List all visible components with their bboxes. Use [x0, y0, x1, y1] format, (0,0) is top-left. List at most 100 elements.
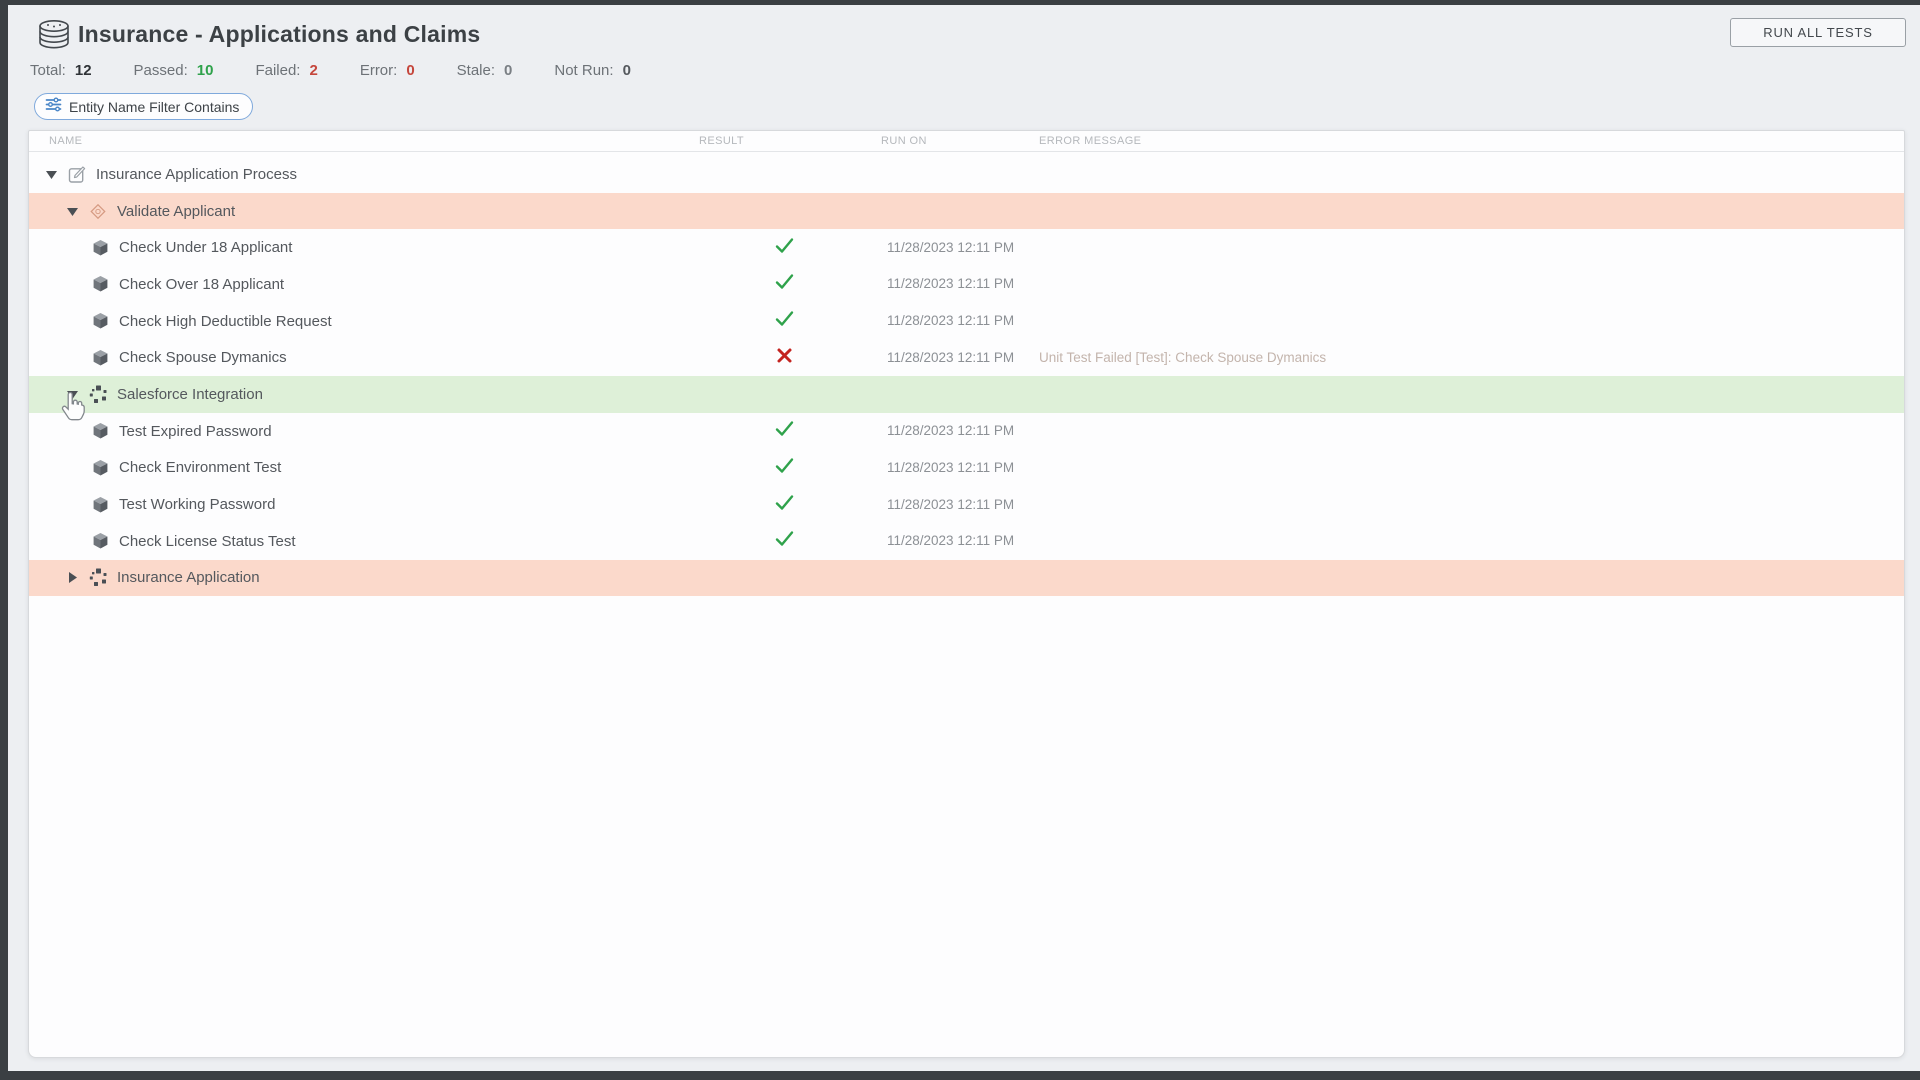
table-body: Insurance Application Process Validate A… — [29, 152, 1904, 596]
row-run-on-cell: 11/28/2023 12:11 PM — [881, 349, 1031, 367]
row-result-cell — [691, 310, 881, 332]
row-label: Insurance Application Process — [96, 166, 297, 183]
run-on-timestamp — [881, 166, 887, 181]
expand-toggle-icon[interactable] — [64, 390, 80, 399]
stat-stale: Stale: 0 — [457, 62, 513, 79]
stat-passed: Passed: 10 — [134, 62, 214, 79]
error-message-text — [1031, 166, 1039, 181]
row-run-on-cell — [881, 569, 1031, 587]
expand-toggle-icon[interactable] — [43, 170, 59, 179]
run-all-tests-button[interactable]: RUN ALL TESTS — [1730, 18, 1906, 47]
run-on-timestamp: 11/28/2023 12:11 PM — [881, 240, 1014, 255]
row-label: Validate Applicant — [117, 203, 235, 220]
row-name-cell: Check High Deductible Request — [29, 303, 691, 340]
row-error-cell — [1031, 275, 1904, 293]
table-row[interactable]: Check High Deductible Request 11/28/2023… — [29, 303, 1904, 340]
row-error-cell — [1031, 459, 1904, 477]
row-error-cell — [1031, 239, 1904, 257]
run-on-timestamp: 11/28/2023 12:11 PM — [881, 497, 1014, 512]
frame-edge-left — [0, 0, 8, 1080]
stat-error: Error: 0 — [360, 62, 415, 79]
pass-check-icon — [775, 310, 794, 332]
integration-icon — [88, 385, 108, 404]
error-message-text — [1031, 240, 1039, 255]
row-name-cell: Check Under 18 Applicant — [29, 229, 691, 266]
table-row[interactable]: Check License Status Test 11/28/2023 12:… — [29, 523, 1904, 560]
table-row[interactable]: Test Expired Password 11/28/2023 12:11 P… — [29, 413, 1904, 450]
row-label: Check Over 18 Applicant — [119, 276, 284, 293]
page-title: Insurance - Applications and Claims — [78, 20, 480, 48]
run-on-timestamp — [881, 386, 887, 401]
expand-toggle-icon[interactable] — [64, 207, 80, 216]
row-label: Check Spouse Dymanics — [119, 349, 287, 366]
table-row[interactable]: Validate Applicant — [29, 193, 1904, 230]
run-on-timestamp — [881, 570, 887, 585]
row-run-on-cell: 11/28/2023 12:11 PM — [881, 496, 1031, 514]
error-message-text — [1031, 533, 1039, 548]
unit-test-icon — [90, 275, 110, 293]
row-result-cell — [691, 273, 881, 295]
unit-test-icon — [90, 422, 110, 440]
run-on-timestamp: 11/28/2023 12:11 PM — [881, 313, 1014, 328]
row-run-on-cell: 11/28/2023 12:11 PM — [881, 239, 1031, 257]
table-row[interactable]: Check Under 18 Applicant 11/28/2023 12:1… — [29, 229, 1904, 266]
error-message-text — [1031, 203, 1039, 218]
unit-test-icon — [90, 496, 110, 514]
error-message-text — [1031, 497, 1039, 512]
row-label: Check Under 18 Applicant — [119, 239, 292, 256]
row-result-cell — [691, 420, 881, 442]
row-name-cell: Salesforce Integration — [29, 376, 691, 413]
row-error-cell — [1031, 532, 1904, 550]
table-row[interactable]: Check Over 18 Applicant 11/28/2023 12:11… — [29, 266, 1904, 303]
table-row[interactable]: Test Working Password 11/28/2023 12:11 P… — [29, 486, 1904, 523]
filter-chip-label: Entity Name Filter Contains — [69, 99, 239, 115]
row-result-cell — [691, 237, 881, 259]
unit-test-icon — [90, 312, 110, 330]
pass-check-icon — [775, 273, 794, 295]
test-stats-bar: Total: 12 Passed: 10 Failed: 2 Error: 0 … — [30, 62, 631, 79]
stat-failed: Failed: 2 — [255, 62, 317, 79]
row-name-cell: Check Environment Test — [29, 450, 691, 487]
test-runner-page: Insurance - Applications and Claims RUN … — [0, 0, 1920, 1080]
row-run-on-cell: 11/28/2023 12:11 PM — [881, 422, 1031, 440]
row-label: Test Expired Password — [119, 423, 272, 440]
row-result-cell — [691, 347, 881, 369]
fail-x-icon — [776, 347, 793, 369]
table-row[interactable]: Salesforce Integration — [29, 376, 1904, 413]
table-row[interactable]: Check Environment Test 11/28/2023 12:11 … — [29, 450, 1904, 487]
unit-test-icon — [90, 459, 110, 477]
error-message-text — [1031, 276, 1039, 291]
row-error-cell — [1031, 422, 1904, 440]
table-row[interactable]: Insurance Application Process — [29, 156, 1904, 193]
table-header: NAME RESULT RUN ON ERROR MESSAGE — [29, 131, 1904, 152]
column-header-run-on: RUN ON — [881, 135, 1031, 147]
table-row[interactable]: Check Spouse Dymanics 11/28/2023 12:11 P… — [29, 339, 1904, 376]
row-run-on-cell — [881, 385, 1031, 403]
row-name-cell: Insurance Application — [29, 560, 691, 597]
error-message-text: Unit Test Failed [Test]: Check Spouse Dy… — [1031, 350, 1326, 365]
row-result-cell — [691, 457, 881, 479]
expand-toggle-icon[interactable] — [64, 572, 80, 583]
error-message-text — [1031, 570, 1039, 585]
row-error-cell — [1031, 202, 1904, 220]
run-on-timestamp: 11/28/2023 12:11 PM — [881, 533, 1014, 548]
row-run-on-cell — [881, 202, 1031, 220]
row-label: Check Environment Test — [119, 459, 281, 476]
run-on-timestamp: 11/28/2023 12:11 PM — [881, 276, 1014, 291]
error-message-text — [1031, 460, 1039, 475]
table-row[interactable]: Insurance Application — [29, 560, 1904, 597]
pass-check-icon — [775, 420, 794, 442]
process-edit-icon — [67, 165, 87, 184]
row-run-on-cell: 11/28/2023 12:11 PM — [881, 532, 1031, 550]
row-error-cell: Unit Test Failed [Test]: Check Spouse Dy… — [1031, 349, 1904, 367]
row-label: Check High Deductible Request — [119, 313, 332, 330]
row-name-cell: Validate Applicant — [29, 193, 691, 230]
integration-icon — [88, 568, 108, 587]
run-on-timestamp — [881, 203, 887, 218]
entity-name-filter-chip[interactable]: Entity Name Filter Contains — [34, 93, 253, 120]
error-message-text — [1031, 313, 1039, 328]
error-message-text — [1031, 386, 1039, 401]
row-run-on-cell — [881, 165, 1031, 183]
row-label: Salesforce Integration — [117, 386, 263, 403]
test-results-panel: NAME RESULT RUN ON ERROR MESSAGE Insuran… — [28, 130, 1905, 1058]
